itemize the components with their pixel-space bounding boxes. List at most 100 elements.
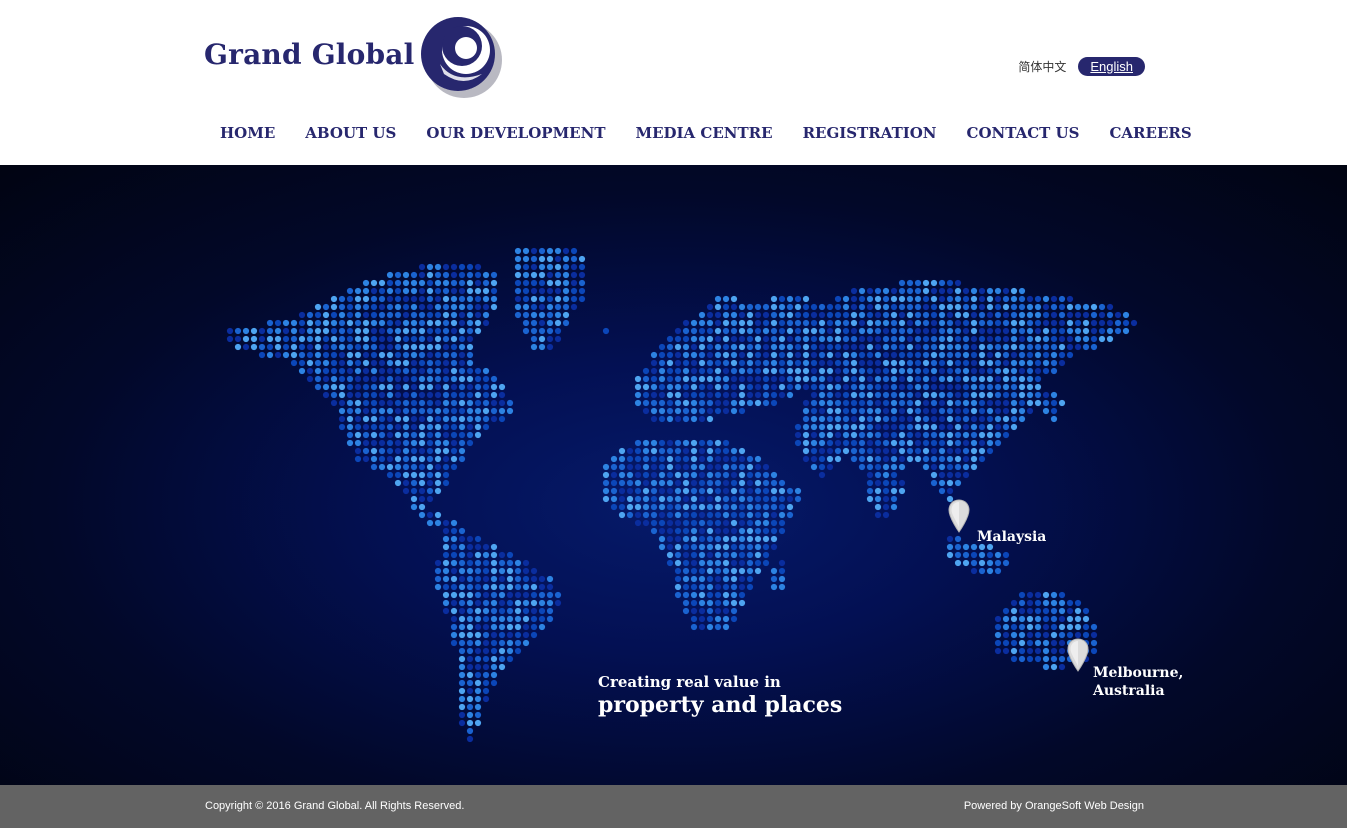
- map-dot: [698, 327, 706, 335]
- map-dot: [778, 351, 786, 359]
- map-dot: [1026, 639, 1034, 647]
- map-dot: [370, 375, 378, 383]
- map-dot: [898, 295, 906, 303]
- map-dot: [954, 407, 962, 415]
- map-dot: [482, 319, 490, 327]
- map-dot: [794, 487, 802, 495]
- map-dot: [474, 423, 482, 431]
- map-pin-icon[interactable]: [948, 499, 970, 533]
- map-dot: [674, 455, 682, 463]
- nav-home[interactable]: HOME: [205, 124, 290, 142]
- map-dot: [394, 439, 402, 447]
- nav-our-development[interactable]: OUR DEVELOPMENT: [411, 124, 620, 142]
- map-dot: [402, 415, 410, 423]
- map-dot: [890, 463, 898, 471]
- map-dot: [458, 663, 466, 671]
- map-dot: [482, 311, 490, 319]
- map-dot: [354, 351, 362, 359]
- map-dot: [818, 447, 826, 455]
- map-dot: [762, 319, 770, 327]
- map-dot: [378, 335, 386, 343]
- map-dot: [914, 391, 922, 399]
- map-dot: [466, 303, 474, 311]
- map-dot: [450, 439, 458, 447]
- map-dot: [738, 479, 746, 487]
- map-dot: [1058, 623, 1066, 631]
- map-pin-icon[interactable]: [1067, 638, 1089, 672]
- map-dot: [738, 319, 746, 327]
- map-dot: [842, 351, 850, 359]
- map-dot: [618, 455, 626, 463]
- map-dot: [626, 455, 634, 463]
- map-dot: [410, 431, 418, 439]
- map-dot: [306, 327, 314, 335]
- map-dot: [706, 519, 714, 527]
- map-dot: [474, 599, 482, 607]
- map-dot: [434, 287, 442, 295]
- map-dot: [458, 351, 466, 359]
- map-dot: [426, 423, 434, 431]
- lang-chinese-link[interactable]: 简体中文: [1018, 58, 1066, 75]
- map-dot: [434, 583, 442, 591]
- map-dot: [370, 399, 378, 407]
- map-dot: [786, 335, 794, 343]
- map-dot: [378, 391, 386, 399]
- map-dot: [690, 391, 698, 399]
- map-dot: [482, 687, 490, 695]
- map-dot: [682, 455, 690, 463]
- map-dot: [474, 543, 482, 551]
- map-dot: [634, 495, 642, 503]
- logo[interactable]: Grand Global: [204, 16, 514, 100]
- map-dot: [714, 591, 722, 599]
- map-dot: [490, 279, 498, 287]
- map-dot: [986, 407, 994, 415]
- nav-contact-us[interactable]: CONTACT US: [952, 124, 1095, 142]
- map-dot: [498, 607, 506, 615]
- map-dot: [458, 647, 466, 655]
- map-dot: [746, 583, 754, 591]
- map-dot: [842, 303, 850, 311]
- map-dot: [370, 287, 378, 295]
- map-dot: [298, 359, 306, 367]
- map-dot: [394, 463, 402, 471]
- map-dot: [1106, 327, 1114, 335]
- map-dot: [450, 447, 458, 455]
- map-dot: [410, 351, 418, 359]
- map-dot: [482, 287, 490, 295]
- map-dot: [986, 559, 994, 567]
- map-dot: [434, 319, 442, 327]
- map-dot: [322, 351, 330, 359]
- lang-english-button[interactable]: English: [1078, 56, 1145, 76]
- language-switcher: 简体中文 English: [1018, 55, 1145, 77]
- nav-registration[interactable]: REGISTRATION: [788, 124, 952, 142]
- map-dot: [794, 295, 802, 303]
- map-dot: [938, 375, 946, 383]
- map-dot: [994, 375, 1002, 383]
- nav-media-centre[interactable]: MEDIA CENTRE: [620, 124, 787, 142]
- map-dot: [970, 415, 978, 423]
- powered-by-link[interactable]: Powered by OrangeSoft Web Design: [964, 800, 1144, 812]
- map-dot: [850, 431, 858, 439]
- map-dot: [698, 559, 706, 567]
- map-dot: [922, 415, 930, 423]
- tagline-line1: Creating real value in: [598, 673, 781, 691]
- map-dot: [442, 343, 450, 351]
- map-dot: [666, 527, 674, 535]
- map-dot: [1026, 591, 1034, 599]
- nav-about-us[interactable]: ABOUT US: [290, 124, 411, 142]
- map-dot: [546, 591, 554, 599]
- map-dot: [290, 335, 298, 343]
- map-dot: [746, 479, 754, 487]
- map-dot: [674, 575, 682, 583]
- map-dot: [434, 407, 442, 415]
- map-dot: [242, 327, 250, 335]
- map-dot: [1010, 631, 1018, 639]
- nav-careers[interactable]: CAREERS: [1094, 124, 1206, 142]
- map-dot: [234, 343, 242, 351]
- map-dot: [1026, 295, 1034, 303]
- map-dot: [818, 439, 826, 447]
- map-dot: [882, 295, 890, 303]
- map-dot: [706, 375, 714, 383]
- map-dot: [754, 399, 762, 407]
- map-dot: [826, 423, 834, 431]
